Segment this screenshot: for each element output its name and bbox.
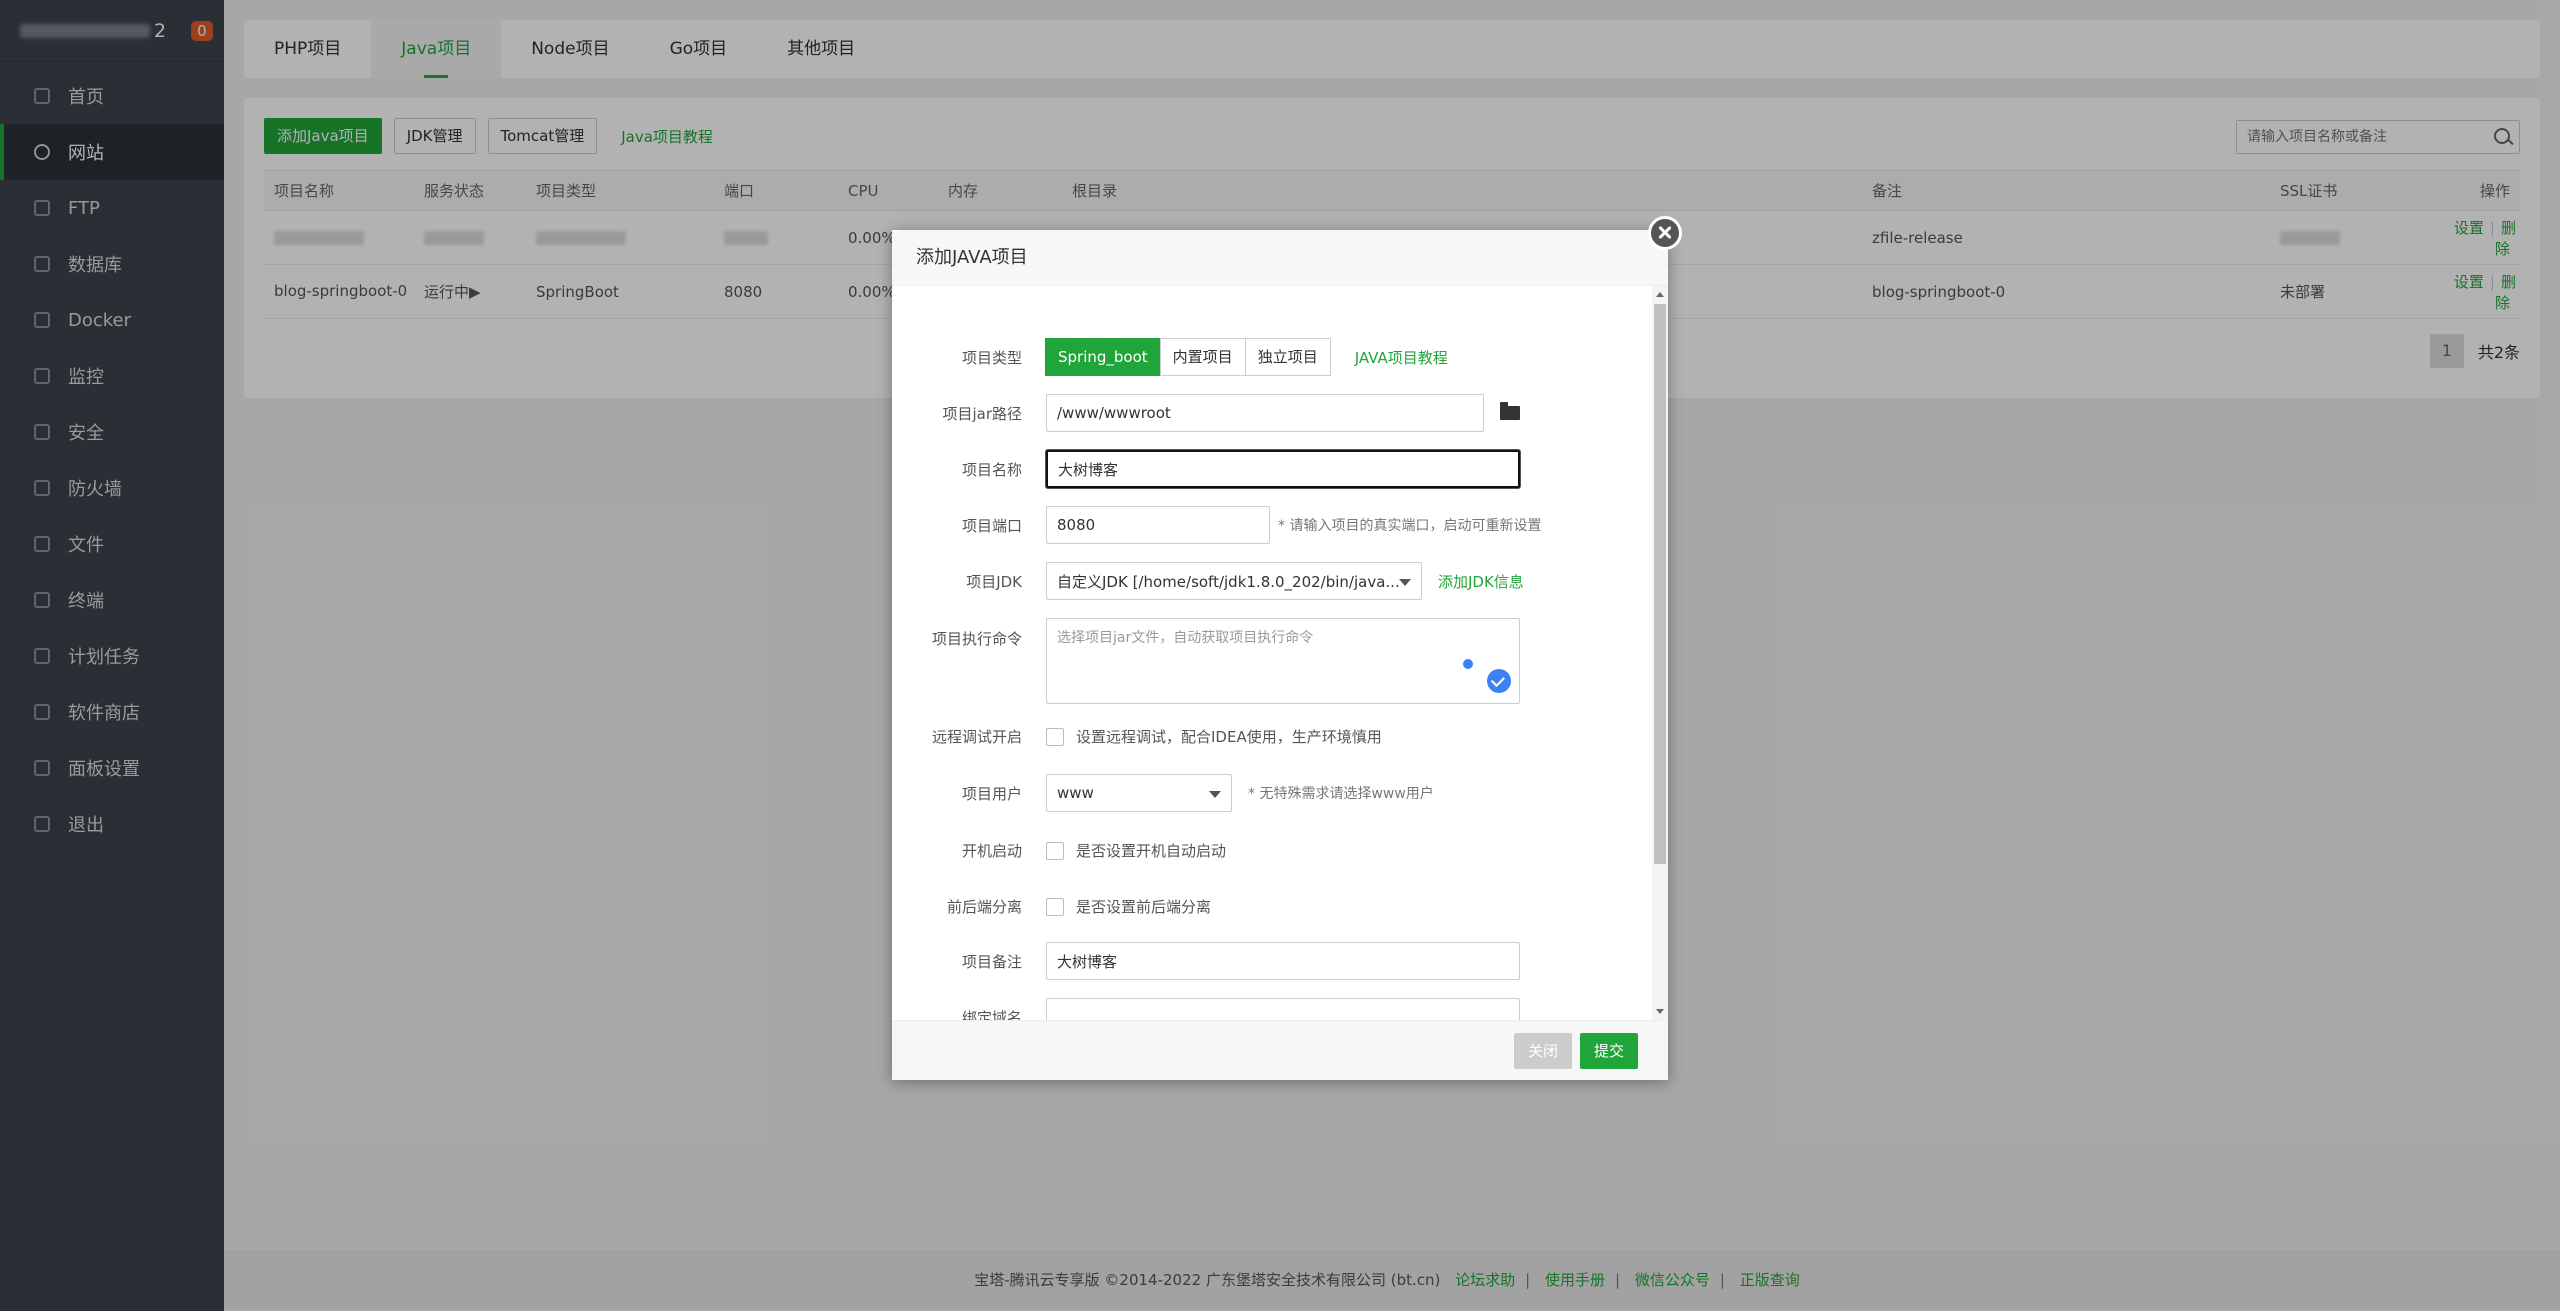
dialog-body: 项目类型 Spring_boot 内置项目 独立项目 JAVA项目教程 项目ja… — [892, 286, 1668, 1020]
boot-start-checkbox[interactable] — [1046, 841, 1064, 860]
close-button[interactable]: 关闭 — [1514, 1033, 1573, 1069]
row-project-remark: 项目备注 — [892, 942, 1652, 980]
dialog-scrollbar[interactable] — [1652, 286, 1668, 1020]
scroll-down-icon[interactable] — [1656, 1009, 1664, 1014]
row-project-port: 项目端口 * 请输入项目的真实端口，启动可重新设置 — [892, 506, 1652, 544]
project-remark-input[interactable] — [1046, 942, 1520, 980]
scroll-up-icon[interactable] — [1656, 292, 1664, 297]
type-standalone-button[interactable]: 独立项目 — [1244, 338, 1331, 376]
row-project-type: 项目类型 Spring_boot 内置项目 独立项目 JAVA项目教程 — [892, 338, 1652, 376]
check-circle-icon[interactable] — [1487, 669, 1511, 693]
project-type-selector: Spring_boot 内置项目 独立项目 — [1045, 338, 1331, 376]
row-project-jdk: 项目JDK 自定义JDK [/home/soft/jdk1.8.0_202/bi… — [892, 562, 1652, 600]
close-icon[interactable] — [1648, 216, 1682, 250]
type-builtin-button[interactable]: 内置项目 — [1159, 338, 1246, 376]
user-select[interactable]: www — [1046, 774, 1232, 812]
remote-debug-checkbox[interactable] — [1046, 727, 1064, 746]
submit-button[interactable]: 提交 — [1580, 1033, 1639, 1069]
java-project-tutorial-link[interactable]: JAVA项目教程 — [1355, 347, 1448, 368]
add-java-project-dialog: 添加JAVA项目 项目类型 Spring_boot 内置项目 独立项目 JAVA… — [892, 230, 1668, 1080]
dialog-title: 添加JAVA项目 — [892, 230, 1668, 286]
separation-checkbox[interactable] — [1046, 897, 1064, 916]
status-dot — [1463, 659, 1473, 669]
chevron-down-icon — [1399, 579, 1411, 586]
row-project-name: 项目名称 — [892, 450, 1652, 488]
row-frontend-separation: 前后端分离 是否设置前后端分离 — [946, 897, 1212, 916]
project-name-input[interactable] — [1046, 450, 1520, 488]
row-project-command: 项目执行命令 选择项目jar文件，自动获取项目执行命令 — [892, 618, 1652, 704]
user-hint: * 无特殊需求请选择www用户 — [1248, 786, 1434, 802]
row-boot-start: 开机启动 是否设置开机自动启动 — [961, 841, 1227, 860]
add-jdk-link[interactable]: 添加JDK信息 — [1438, 571, 1524, 592]
scroll-thumb[interactable] — [1654, 304, 1666, 864]
row-remote-debug: 远程调试开启 设置远程调试，配合IDEA使用，生产环境慎用 — [931, 727, 1382, 746]
jar-path-input[interactable] — [1046, 394, 1484, 432]
row-bind-domain: 绑定域名 — [892, 998, 1652, 1020]
row-project-user: 项目用户 www * 无特殊需求请选择www用户 — [892, 774, 1652, 812]
dialog-footer: 关闭 提交 — [892, 1020, 1668, 1080]
port-hint: * 请输入项目的真实端口，启动可重新设置 — [1278, 518, 1542, 534]
type-springboot-button[interactable]: Spring_boot — [1045, 338, 1161, 376]
row-jar-path: 项目jar路径 — [892, 394, 1652, 432]
jdk-select[interactable]: 自定义JDK [/home/soft/jdk1.8.0_202/bin/java… — [1046, 562, 1422, 600]
chevron-down-icon — [1209, 791, 1221, 798]
command-textarea[interactable]: 选择项目jar文件，自动获取项目执行命令 — [1046, 618, 1520, 704]
project-port-input[interactable] — [1046, 506, 1270, 544]
folder-open-icon[interactable] — [1500, 402, 1520, 420]
bind-domain-input[interactable] — [1046, 998, 1520, 1020]
